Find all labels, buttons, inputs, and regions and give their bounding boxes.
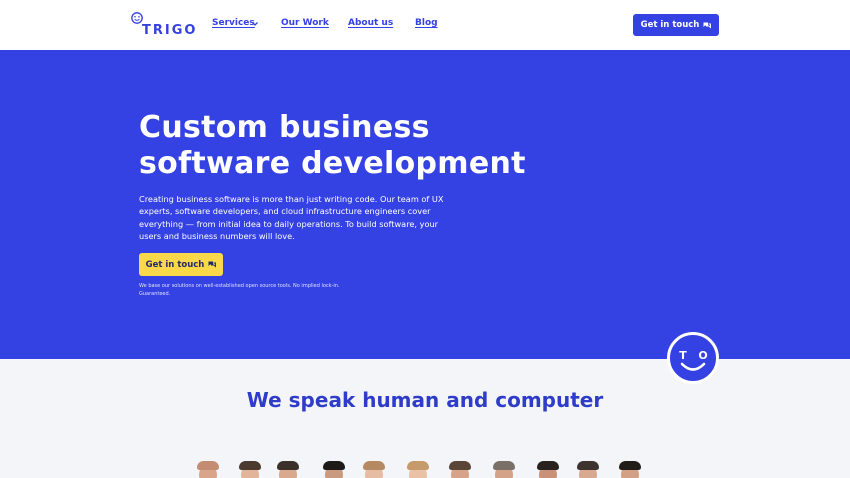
team-member-photo: [235, 459, 265, 478]
header-cta-label: Get in touch: [640, 20, 700, 30]
team-member-photo: [273, 459, 303, 478]
hero-open-source-note: We base our solutions on well-establishe…: [139, 283, 340, 297]
chevron-down-icon[interactable]: [251, 20, 259, 28]
smiley-face-badge: T O: [667, 332, 719, 384]
nav-about-us[interactable]: About us: [348, 18, 393, 28]
hero-cta-label: Get in touch: [145, 259, 205, 270]
team-member-photo: [445, 459, 475, 478]
team-member-photo: [359, 459, 389, 478]
header-get-in-touch-button[interactable]: Get in touch: [633, 14, 719, 36]
team-member-photo: [193, 459, 223, 478]
badge-right-letter: O: [698, 349, 707, 362]
badge-left-letter: T: [679, 349, 687, 362]
hero-title: Custom business software development: [139, 110, 526, 181]
logo-text: TRIGO: [142, 23, 198, 38]
hero-description: Creating business software is more than …: [139, 194, 444, 241]
team-member-photo: [489, 459, 519, 478]
nav-blog[interactable]: Blog: [415, 18, 438, 28]
nav-our-work[interactable]: Our Work: [281, 18, 329, 28]
hero-get-in-touch-button[interactable]: Get in touch: [139, 253, 223, 276]
team-member-photo: [533, 459, 563, 478]
hero-section: Custom business software development Cre…: [0, 50, 850, 359]
team-photos: [193, 459, 653, 478]
team-member-photo: [403, 459, 433, 478]
team-member-photo: [615, 459, 645, 478]
chat-bubble-icon: [208, 261, 217, 268]
team-member-photo: [573, 459, 603, 478]
section-title: We speak human and computer: [246, 388, 604, 412]
chat-bubble-icon: [703, 22, 712, 29]
smiley-face-icon: T O: [679, 349, 708, 371]
nav-services[interactable]: Services: [212, 18, 255, 28]
team-member-photo: [319, 459, 349, 478]
site-header: TRIGO Services Our Work About us Blog Ge…: [0, 0, 850, 50]
